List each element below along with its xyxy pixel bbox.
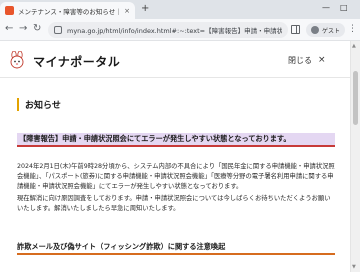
main-content: お知らせ 【障害報告】申請・申請状況照会にてエラーが発生しやすい状態となっており… — [0, 78, 350, 272]
notice-paragraph: 現在解消に向け原因調査をしております。申請・申請状況照会については今しばらくお待… — [17, 195, 331, 212]
mynaportal-mascot-icon[interactable] — [7, 51, 29, 69]
reload-button[interactable]: ↻ — [33, 23, 41, 35]
page-title-text: お知らせ — [25, 101, 61, 111]
notice-paragraph: 2024年2月1日(木)午前9時28分頃から、システム内部の不具合により「国民年… — [17, 163, 335, 190]
site-header: マイナポータル 閉じる × — [0, 41, 350, 78]
profile-label: ゲスト — [322, 27, 341, 35]
notice-title-outage: 【障害報告】申請・申請状況照会にてエラーが発生しやすい状態となっております。 — [17, 133, 335, 147]
maximize-window-button[interactable]: □ — [340, 2, 348, 14]
browser-tab-strip: メンテナンス・障害等のお知らせ｜マ × + — □ — [0, 0, 360, 19]
tab-close-icon[interactable]: × — [124, 7, 130, 15]
site-logo-text[interactable]: マイナポータル — [33, 53, 120, 70]
back-button[interactable]: ← — [5, 23, 13, 35]
close-icon: × — [318, 55, 326, 65]
tab-title: メンテナンス・障害等のお知らせ｜マ — [18, 7, 122, 16]
page-scrollbar[interactable]: ▲ ▼ — [350, 41, 360, 272]
page-title: お知らせ — [17, 98, 61, 111]
forward-button[interactable]: → — [19, 23, 27, 35]
profile-button[interactable]: ゲスト — [306, 23, 346, 37]
site-favicon-icon — [5, 6, 14, 15]
browser-menu-icon[interactable]: ⋮ — [348, 24, 357, 34]
url-text[interactable]: myna.go.jp/html/info/index.html#:~:text=… — [67, 25, 282, 35]
scrollbar-thumb[interactable] — [353, 71, 358, 125]
close-menu-label: 閉じる — [288, 56, 312, 65]
scroll-down-arrow-icon[interactable]: ▼ — [352, 264, 356, 270]
scroll-up-arrow-icon[interactable]: ▲ — [352, 43, 356, 49]
address-bar[interactable]: myna.go.jp/html/info/index.html#:~:text=… — [48, 22, 288, 38]
notice-body-outage: 2024年2月1日(木)午前9時28分頃から、システム内部の不具合により「国民年… — [17, 162, 335, 216]
close-menu-button[interactable]: 閉じる × — [288, 55, 326, 66]
site-info-icon[interactable] — [54, 26, 62, 34]
browser-toolbar: ← → ↻ myna.go.jp/html/info/index.html#:~… — [0, 19, 360, 41]
minimize-window-button[interactable]: — — [322, 2, 330, 14]
browser-tab-active[interactable]: メンテナンス・障害等のお知らせ｜マ × — [0, 2, 135, 19]
notice-title-phishing[interactable]: 詐欺メール及び偽サイト（フィッシング詐欺）に関する注意喚起 — [17, 241, 335, 255]
new-tab-button[interactable]: + — [141, 3, 149, 15]
side-panel-icon[interactable] — [291, 25, 300, 34]
guest-avatar-icon — [311, 26, 319, 34]
